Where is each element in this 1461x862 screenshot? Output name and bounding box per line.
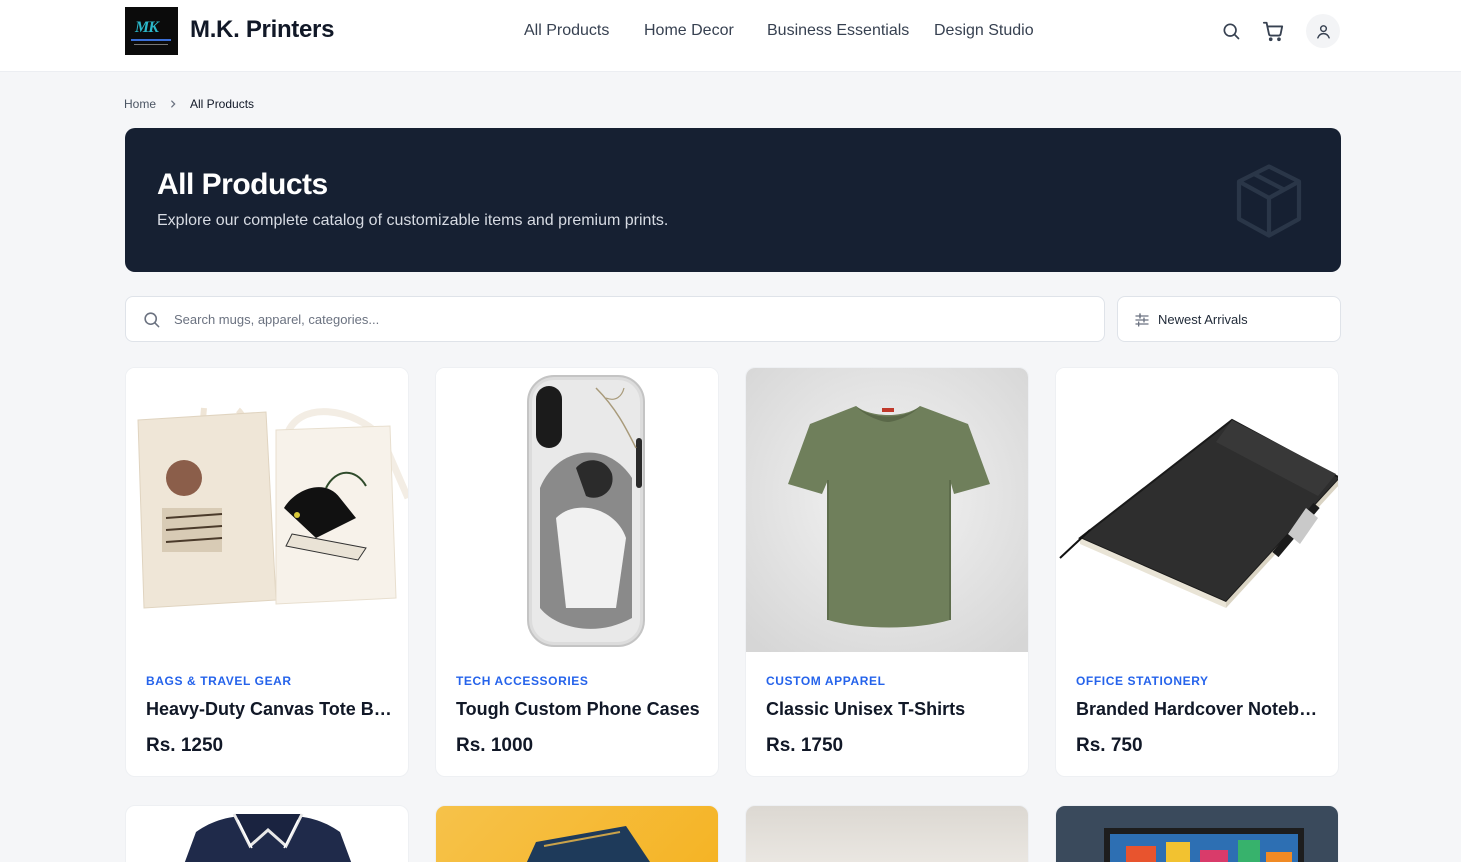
product-image [184,813,352,862]
nav-home-decor[interactable]: Home Decor [644,22,734,40]
search-icon [1223,23,1240,40]
product-card[interactable] [435,805,719,862]
logo-text: MK [135,19,159,36]
product-card[interactable]: Office Stationery Branded Hardcover Note… [1055,367,1339,777]
page-hero: All Products Explore our complete catalo… [125,128,1341,272]
product-category: Office Stationery [1076,674,1209,688]
search-button[interactable] [1214,14,1248,48]
product-image [126,368,408,652]
nav-all-products[interactable]: All Products [524,22,609,40]
nav-business-essentials[interactable]: Business Essentials [767,22,909,40]
product-card[interactable]: Custom Apparel Classic Unisex T-Shirts R… [745,367,1029,777]
breadcrumb: Home All Products [124,97,254,111]
product-image [436,368,718,652]
site-header: MK M.K. Printers All Products Home Decor… [0,0,1461,72]
product-name[interactable]: Heavy-Duty Canvas Tote Bags [146,699,396,720]
page-title: All Products [157,168,328,201]
product-card[interactable] [745,805,1029,862]
breadcrumb-current: All Products [190,97,255,111]
product-name[interactable]: Branded Hardcover Notebooks [1076,699,1326,720]
product-card[interactable]: Tech Accessories Tough Custom Phone Case… [435,367,719,777]
page-subtitle: Explore our complete catalog of customiz… [157,212,669,229]
product-price: Rs. 1000 [456,735,534,756]
user-icon [1316,24,1330,39]
product-image [746,368,1028,652]
product-image [1104,828,1304,862]
chevron-right-icon [168,99,178,109]
package-icon [1236,164,1302,238]
product-name[interactable]: Classic Unisex T-Shirts [766,699,1016,720]
sliders-icon [1135,313,1149,327]
product-price: Rs. 750 [1076,735,1143,756]
product-search [125,296,1105,342]
nav-design-studio[interactable]: Design Studio [934,22,1034,40]
breadcrumb-home[interactable]: Home [124,97,156,111]
product-category: Bags & Travel Gear [146,674,292,688]
brand-name[interactable]: M.K. Printers [190,16,334,44]
sort-label: Newest Arrivals [1158,312,1248,327]
product-category: Tech Accessories [456,674,589,688]
search-icon [144,312,160,328]
cart-icon [1262,21,1284,42]
product-image [526,826,650,862]
cart-button[interactable] [1256,14,1290,48]
product-price: Rs. 1250 [146,735,224,756]
product-card[interactable] [1055,805,1339,862]
sort-select[interactable]: Newest Arrivals [1117,296,1341,342]
product-image [1056,368,1338,652]
product-price: Rs. 1750 [766,735,844,756]
brand-logo[interactable]: MK [125,7,178,55]
product-category: Custom Apparel [766,674,886,688]
product-name[interactable]: Tough Custom Phone Cases [456,699,706,720]
product-card[interactable]: Bags & Travel Gear Heavy-Duty Canvas Tot… [125,367,409,777]
account-button[interactable] [1306,14,1340,48]
product-card[interactable] [125,805,409,862]
search-input[interactable] [174,297,1074,341]
